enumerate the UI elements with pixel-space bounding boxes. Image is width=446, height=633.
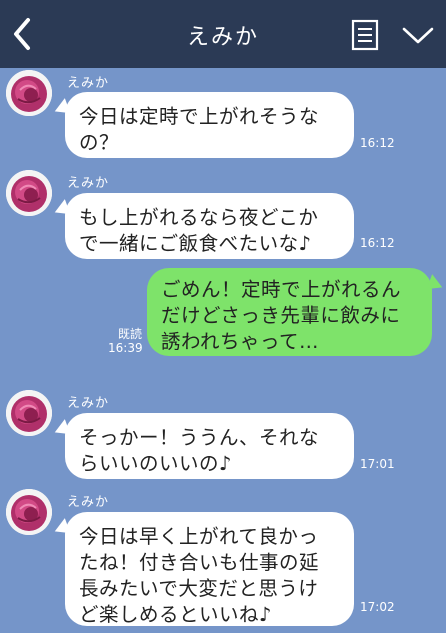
message-time: 17:02 <box>360 600 395 614</box>
message-bubble[interactable]: もし上がれるなら夜どこか で一緒にご飯食べたいな♪ <box>65 193 354 259</box>
chevron-down-icon <box>402 27 434 44</box>
message-bubble[interactable]: 今日は早く上がれて良かっ たね！付き合いも仕事の延 長みたいで大変だと思うけ ど… <box>65 512 354 626</box>
message-time: 16:12 <box>360 136 395 150</box>
rose-icon <box>6 390 52 436</box>
chat-header: えみか <box>0 0 446 68</box>
read-label: 既読 <box>117 327 142 341</box>
avatar[interactable] <box>6 70 52 116</box>
avatar[interactable] <box>6 170 52 216</box>
rose-icon <box>6 70 52 116</box>
avatar[interactable] <box>6 489 52 535</box>
notes-menu-icon <box>351 19 379 51</box>
message-time: 16:39 <box>108 341 143 355</box>
sender-name: えみか <box>67 495 110 510</box>
dropdown-button[interactable] <box>401 22 435 48</box>
message-time: 17:01 <box>360 457 395 471</box>
avatar[interactable] <box>6 390 52 436</box>
message-time: 16:12 <box>360 236 395 250</box>
sender-name: えみか <box>67 176 110 191</box>
read-receipt: 既読 16:39 <box>108 327 143 355</box>
message-bubble[interactable]: ごめん！定時で上がれるん だけどさっき先輩に飲みに 誘われちゃって… <box>147 268 432 356</box>
rose-icon <box>6 489 52 535</box>
message-bubble[interactable]: そっかー！ううん、それな らいいのいいの♪ <box>65 413 354 479</box>
notes-menu-button[interactable] <box>350 18 380 52</box>
message-bubble[interactable]: 今日は定時で上がれそうな の？ <box>65 92 354 158</box>
sender-name: えみか <box>67 396 110 411</box>
rose-icon <box>6 170 52 216</box>
sender-name: えみか <box>67 76 110 91</box>
